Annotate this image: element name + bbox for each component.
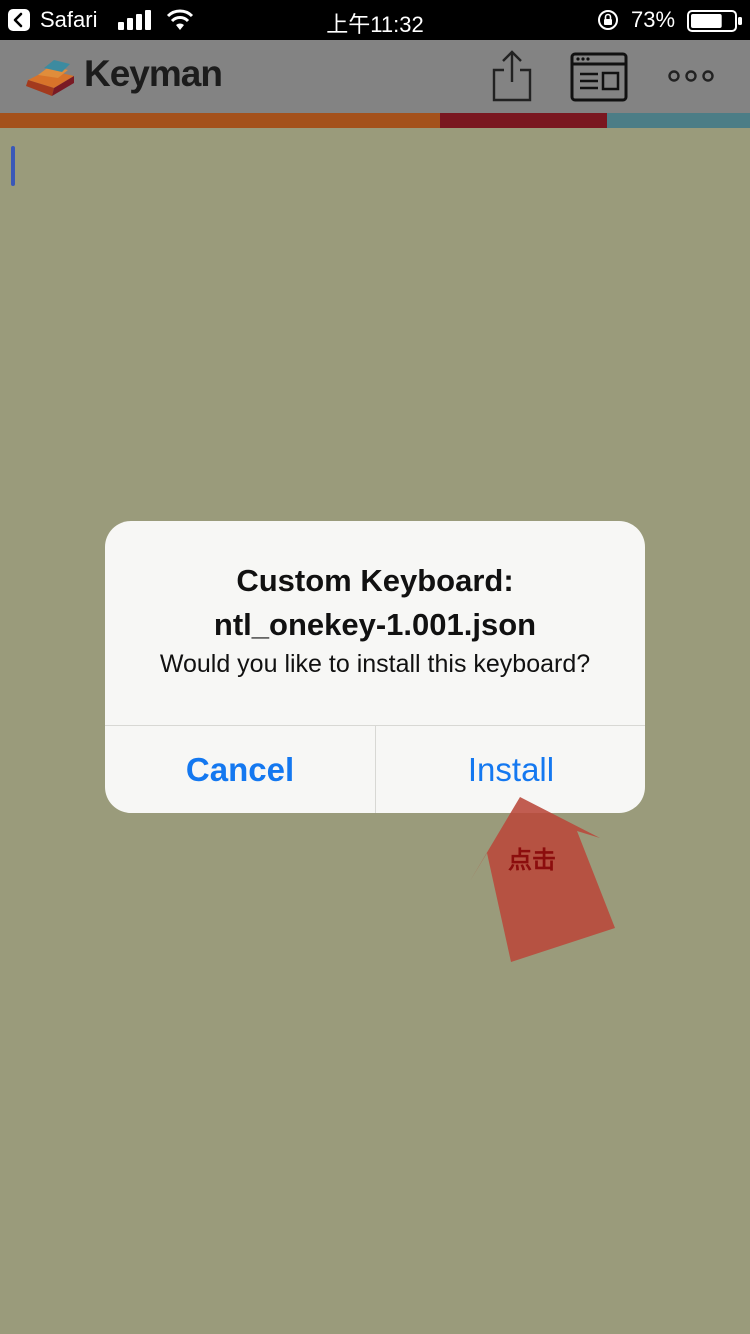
annotation-label: 点击 bbox=[508, 846, 556, 874]
dialog-message: Would you like to install this keyboard? bbox=[159, 650, 591, 678]
brand-stripe-orange bbox=[0, 113, 440, 128]
keyman-logo-icon bbox=[26, 60, 74, 96]
install-keyboard-dialog: Custom Keyboard: ntl_onekey-1.001.json W… bbox=[105, 521, 645, 813]
battery-icon bbox=[687, 10, 742, 32]
app-logo-text: Keyman bbox=[84, 53, 223, 94]
dialog-title-line2: ntl_onekey-1.001.json bbox=[213, 607, 537, 642]
app-header: Keyman bbox=[0, 40, 750, 113]
orientation-lock-icon bbox=[598, 10, 618, 30]
brand-stripe-teal bbox=[607, 113, 750, 128]
text-cursor bbox=[11, 146, 15, 186]
dialog-title: Custom Keyboard: ntl_onekey-1.001.json bbox=[105, 559, 645, 647]
annotation-arrow-icon bbox=[470, 797, 615, 962]
reader-view-icon[interactable] bbox=[570, 52, 628, 102]
battery-percent: 73% bbox=[631, 7, 676, 32]
share-icon[interactable] bbox=[489, 48, 535, 104]
brand-stripe-red bbox=[440, 113, 607, 128]
more-icon[interactable] bbox=[666, 68, 716, 84]
dialog-title-line1: Custom Keyboard: bbox=[236, 563, 514, 598]
status-bar: Safari 上午11:32 73% bbox=[0, 0, 750, 40]
cancel-button[interactable]: Cancel bbox=[105, 726, 375, 813]
